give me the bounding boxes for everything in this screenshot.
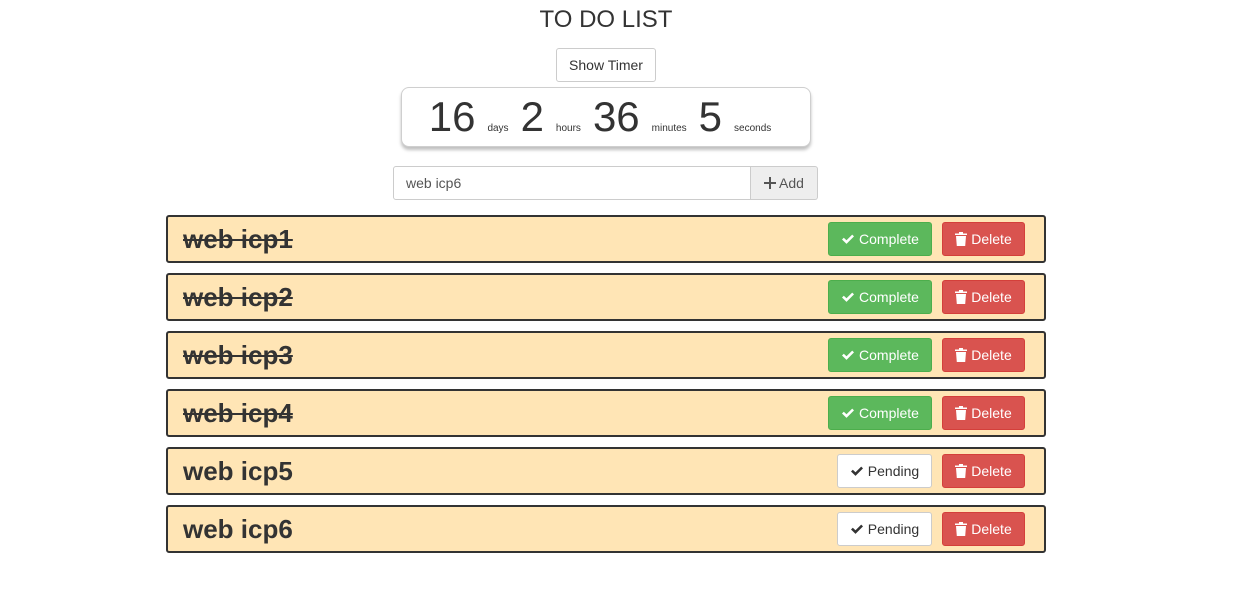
task-text: web icp4 bbox=[183, 398, 293, 428]
status-label: Pending bbox=[867, 521, 920, 537]
status-label: Complete bbox=[859, 231, 919, 247]
new-task-form: Add bbox=[393, 166, 818, 200]
task-text: web icp2 bbox=[183, 282, 293, 312]
delete-button[interactable]: Delete bbox=[942, 512, 1025, 546]
trash-icon bbox=[955, 522, 968, 536]
task-text: web icp6 bbox=[183, 514, 293, 544]
trash-icon bbox=[955, 406, 968, 420]
delete-label: Delete bbox=[971, 521, 1012, 537]
delete-button[interactable]: Delete bbox=[942, 338, 1025, 372]
pending-button[interactable]: Pending bbox=[837, 512, 932, 546]
task-row: web icp2 Complete Delete bbox=[166, 273, 1046, 321]
task-text: web icp1 bbox=[183, 224, 293, 254]
trash-icon bbox=[955, 290, 968, 304]
checkmark-icon bbox=[850, 465, 864, 477]
task-actions: Complete Delete bbox=[828, 280, 1025, 314]
show-timer-button[interactable]: Show Timer bbox=[556, 48, 656, 82]
checkmark-icon bbox=[841, 233, 855, 245]
delete-label: Delete bbox=[971, 347, 1012, 363]
complete-button[interactable]: Complete bbox=[828, 280, 932, 314]
task-actions: Complete Delete bbox=[828, 396, 1025, 430]
plus-icon bbox=[764, 177, 777, 189]
status-label: Complete bbox=[859, 347, 919, 363]
trash-icon bbox=[955, 348, 968, 362]
complete-button[interactable]: Complete bbox=[828, 396, 932, 430]
delete-button[interactable]: Delete bbox=[942, 454, 1025, 488]
status-label: Pending bbox=[867, 463, 920, 479]
task-actions: Complete Delete bbox=[828, 338, 1025, 372]
countdown-days-unit: days bbox=[487, 123, 509, 134]
countdown-days-value: 16 bbox=[428, 93, 476, 140]
task-row: web icp4 Complete Delete bbox=[166, 389, 1046, 437]
status-label: Complete bbox=[859, 289, 919, 305]
task-text: web icp5 bbox=[183, 456, 293, 486]
task-actions: Pending Delete bbox=[837, 454, 1025, 488]
countdown-seconds-unit: seconds bbox=[734, 123, 772, 134]
checkmark-icon bbox=[841, 407, 855, 419]
complete-button[interactable]: Complete bbox=[828, 338, 932, 372]
pending-button[interactable]: Pending bbox=[837, 454, 932, 488]
task-row: web icp5 Pending Delete bbox=[166, 447, 1046, 495]
task-row: web icp1 Complete Delete bbox=[166, 215, 1046, 263]
task-actions: Complete Delete bbox=[828, 222, 1025, 256]
delete-button[interactable]: Delete bbox=[942, 222, 1025, 256]
delete-label: Delete bbox=[971, 463, 1012, 479]
countdown-timer: 16 days 2 hours 36 minutes 5 seconds bbox=[401, 87, 811, 147]
complete-button[interactable]: Complete bbox=[828, 222, 932, 256]
delete-label: Delete bbox=[971, 231, 1012, 247]
delete-button[interactable]: Delete bbox=[942, 396, 1025, 430]
add-task-button[interactable]: Add bbox=[751, 166, 818, 200]
delete-button[interactable]: Delete bbox=[942, 280, 1025, 314]
add-task-label: Add bbox=[779, 175, 804, 191]
checkmark-icon bbox=[841, 349, 855, 361]
countdown-minutes-value: 36 bbox=[592, 93, 640, 140]
status-label: Complete bbox=[859, 405, 919, 421]
task-row: web icp3 Complete Delete bbox=[166, 331, 1046, 379]
new-task-input[interactable] bbox=[393, 166, 751, 200]
task-list: web icp1 Complete Delete web icp2 Comple… bbox=[166, 215, 1046, 563]
task-row: web icp6 Pending Delete bbox=[166, 505, 1046, 553]
countdown-hours-unit: hours bbox=[555, 123, 581, 134]
trash-icon bbox=[955, 232, 968, 246]
trash-icon bbox=[955, 464, 968, 478]
task-text: web icp3 bbox=[183, 340, 293, 370]
countdown-hours-value: 2 bbox=[520, 93, 544, 140]
page-title: TO DO LIST bbox=[539, 6, 673, 33]
todo-page: TO DO LIST Show Timer 16 days 2 hours 36… bbox=[0, 0, 1253, 589]
delete-label: Delete bbox=[971, 405, 1012, 421]
countdown-minutes-unit: minutes bbox=[651, 123, 687, 134]
delete-label: Delete bbox=[971, 289, 1012, 305]
checkmark-icon bbox=[850, 523, 864, 535]
task-actions: Pending Delete bbox=[837, 512, 1025, 546]
checkmark-icon bbox=[841, 291, 855, 303]
countdown-seconds-value: 5 bbox=[698, 93, 723, 140]
